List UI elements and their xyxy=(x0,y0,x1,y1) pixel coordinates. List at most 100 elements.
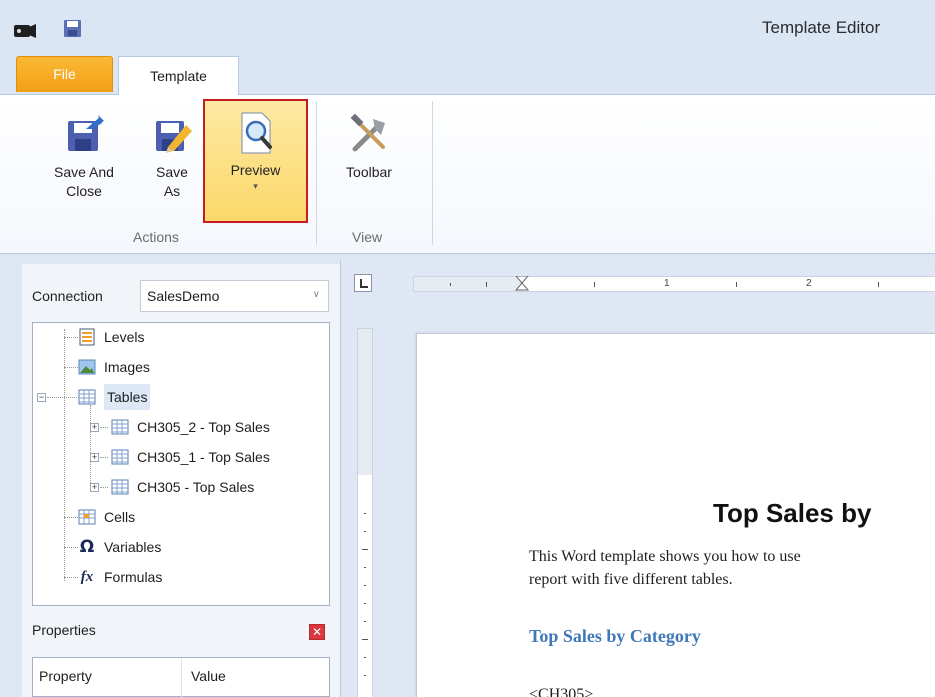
tree-connector xyxy=(47,397,77,398)
ruler-margin xyxy=(358,329,372,475)
ribbon-tabs: File Template xyxy=(0,56,935,95)
ruler-tick xyxy=(364,585,366,586)
window-title: Template Editor xyxy=(762,18,881,37)
preview-icon xyxy=(241,112,272,154)
save-and-close-label-2: Close xyxy=(66,183,102,199)
table-icon xyxy=(111,449,129,465)
document-paragraph[interactable]: report with five different tables. xyxy=(529,571,733,589)
expand-toggle[interactable]: + xyxy=(90,483,99,492)
save-as-label-1: Save xyxy=(156,164,188,180)
document-heading[interactable]: Top Sales by Category xyxy=(529,626,701,647)
column-divider xyxy=(181,658,182,697)
ruler-tick xyxy=(362,549,368,550)
group-label-actions: Actions xyxy=(133,229,179,245)
close-icon[interactable]: ✕ xyxy=(309,624,325,640)
images-icon xyxy=(78,359,96,375)
tab-template[interactable]: Template xyxy=(118,56,239,95)
column-header-property[interactable]: Property xyxy=(39,668,92,684)
tree-item-cells[interactable]: Cells xyxy=(78,504,135,530)
tree-item-tables[interactable]: Tables xyxy=(78,384,151,410)
tree-item-label: Formulas xyxy=(104,569,163,585)
chevron-down-icon[interactable]: ∨ xyxy=(313,289,320,300)
ruler-tick xyxy=(364,657,366,658)
connection-select[interactable]: SalesDemo ∨ xyxy=(140,280,329,312)
tree-connector xyxy=(64,547,78,548)
column-header-value[interactable]: Value xyxy=(191,668,226,684)
tree-connector xyxy=(100,427,108,428)
save-as-label-2: As xyxy=(163,183,181,199)
tree-connector xyxy=(90,405,91,483)
save-and-close-button[interactable]: Save And Close xyxy=(36,113,132,201)
tree-item-table-ch305-2[interactable]: CH305_2 - Top Sales xyxy=(111,414,270,440)
tree-item-label: CH305_2 - Top Sales xyxy=(137,419,270,435)
ruler-tick xyxy=(364,603,366,604)
horizontal-ruler[interactable]: 1 2 xyxy=(413,276,935,292)
tree-item-table-ch305-1[interactable]: CH305_1 - Top Sales xyxy=(111,444,270,470)
ruler-tick xyxy=(878,282,879,287)
data-tree[interactable]: Levels Images − Tables + CH305_2 - Top S… xyxy=(32,322,330,606)
tree-item-variables[interactable]: Ω Variables xyxy=(78,534,162,560)
tree-item-label: Variables xyxy=(104,539,162,555)
toolbar-tools-icon xyxy=(350,113,385,152)
collapse-toggle[interactable]: − xyxy=(37,393,46,402)
toolbar-button[interactable]: Toolbar xyxy=(328,113,410,182)
fx-icon: fx xyxy=(80,569,94,585)
ruler-tick xyxy=(450,283,451,286)
save-as-button[interactable]: Save As xyxy=(144,113,200,201)
expand-toggle[interactable]: + xyxy=(90,453,99,462)
tree-connector xyxy=(64,367,78,368)
table-icon xyxy=(111,479,129,495)
preview-button[interactable]: Preview ▾ xyxy=(203,99,308,223)
tree-item-label: Levels xyxy=(104,329,145,345)
preview-label: Preview xyxy=(230,162,281,178)
group-separator xyxy=(432,101,433,245)
save-and-close-label-1: Save And xyxy=(54,164,114,180)
connection-label: Connection xyxy=(32,288,103,304)
save-icon[interactable] xyxy=(64,20,81,37)
title-bar: Template Editor xyxy=(0,0,935,56)
group-label-view: View xyxy=(352,229,383,245)
ruler-tick xyxy=(364,675,366,676)
properties-title: Properties xyxy=(32,622,96,638)
ruler-tick xyxy=(364,531,366,532)
table-icon xyxy=(78,389,96,405)
ruler-number: 1 xyxy=(664,278,670,289)
tree-item-label: Tables xyxy=(104,384,151,410)
tree-item-table-ch305[interactable]: CH305 - Top Sales xyxy=(111,474,254,500)
tab-selector-button[interactable] xyxy=(354,274,372,292)
preview-dropdown-caret[interactable]: ▾ xyxy=(205,180,306,192)
document-title[interactable]: Top Sales by xyxy=(713,498,871,529)
ruler-number: 2 xyxy=(806,278,812,289)
tree-item-label: CH305 - Top Sales xyxy=(137,479,255,495)
save-and-close-icon xyxy=(68,115,104,151)
omega-icon: Ω xyxy=(79,537,95,557)
toolbar-label: Toolbar xyxy=(346,164,392,180)
levels-icon xyxy=(79,328,95,346)
ruler-tick xyxy=(594,282,595,287)
properties-grid[interactable]: Property Value xyxy=(32,657,330,697)
document-editor: 1 2 Top Sales by This Word template show… xyxy=(340,260,935,697)
ruler-tick xyxy=(364,567,366,568)
tree-item-label: CH305_1 - Top Sales xyxy=(137,449,270,465)
tree-connector xyxy=(100,487,108,488)
ruler-tick xyxy=(364,621,366,622)
tree-item-formulas[interactable]: fx Formulas xyxy=(78,564,163,590)
template-tag[interactable]: <CH305> xyxy=(529,686,593,697)
tree-item-images[interactable]: Images xyxy=(78,354,150,380)
expand-toggle[interactable]: + xyxy=(90,423,99,432)
tab-file[interactable]: File xyxy=(16,56,113,92)
group-separator xyxy=(316,101,317,245)
tree-connector xyxy=(64,337,78,338)
indent-marker-icon[interactable] xyxy=(514,276,530,292)
app-icon[interactable] xyxy=(14,24,36,38)
document-page[interactable]: Top Sales by This Word template shows yo… xyxy=(416,333,935,697)
document-paragraph[interactable]: This Word template shows you how to use xyxy=(529,548,801,566)
main-area: Connection SalesDemo ∨ Levels Images − T… xyxy=(0,254,935,697)
connection-value: SalesDemo xyxy=(147,288,220,304)
data-panel: Connection SalesDemo ∨ Levels Images − T… xyxy=(22,264,340,697)
vertical-ruler[interactable] xyxy=(357,328,373,697)
table-icon xyxy=(111,419,129,435)
tree-item-levels[interactable]: Levels xyxy=(78,324,144,350)
ribbon: Save And Close Save As Preview ▾ Toolbar… xyxy=(0,94,935,254)
save-as-icon xyxy=(156,121,192,153)
